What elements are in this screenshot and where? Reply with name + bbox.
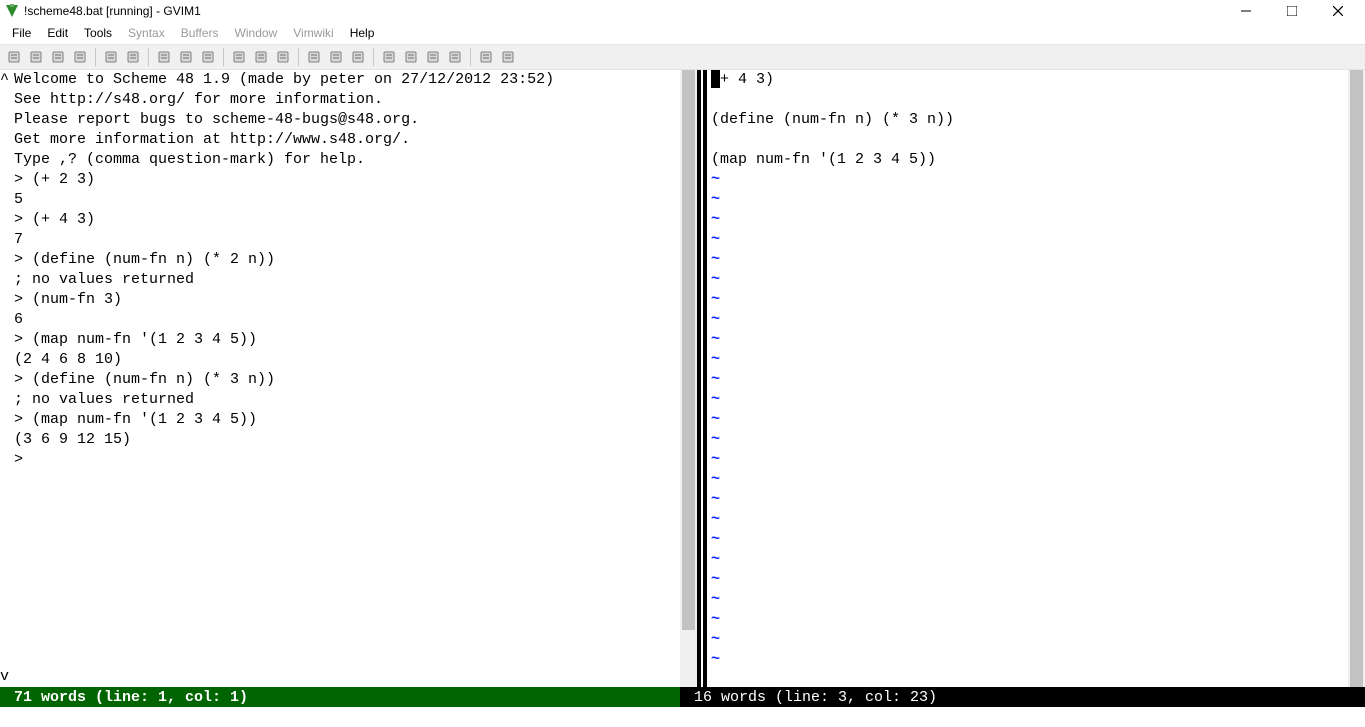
editor-container: ^ v Welcome to Scheme 48 1.9 (made by pe… bbox=[0, 70, 1365, 687]
menu-help[interactable]: Help bbox=[342, 24, 383, 42]
toolbar-separator bbox=[95, 48, 96, 66]
empty-line-tildes: ~ ~ ~ ~ ~ ~ ~ ~ ~ ~ ~ ~ ~ ~ ~ ~ ~ ~ ~ ~ … bbox=[711, 171, 720, 668]
window-controls bbox=[1223, 0, 1361, 22]
vertical-split[interactable] bbox=[697, 70, 707, 687]
toolbar-separator bbox=[148, 48, 149, 66]
fold-marker-top: ^ bbox=[0, 70, 12, 90]
left-scrollbar[interactable] bbox=[680, 70, 697, 687]
copy-icon[interactable] bbox=[176, 47, 196, 67]
command-line[interactable] bbox=[0, 707, 1365, 727]
menu-edit[interactable]: Edit bbox=[39, 24, 76, 42]
right-scrollbar[interactable] bbox=[1348, 70, 1365, 687]
right-statusline: 16 words (line: 3, col: 23) bbox=[690, 687, 1365, 707]
right-scrollbar-thumb[interactable] bbox=[1350, 70, 1363, 687]
toolbar-separator bbox=[298, 48, 299, 66]
find-next-icon[interactable] bbox=[251, 47, 271, 67]
print-icon[interactable] bbox=[70, 47, 90, 67]
menu-syntax[interactable]: Syntax bbox=[120, 24, 173, 42]
shell-icon[interactable] bbox=[401, 47, 421, 67]
gvim-app-icon bbox=[4, 3, 20, 19]
menu-window[interactable]: Window bbox=[227, 24, 286, 42]
right-buffer-content[interactable]: + 4 3) (define (num-fn n) (* 3 n)) (map … bbox=[707, 70, 1348, 687]
cursor bbox=[711, 70, 720, 88]
toolbar-separator bbox=[470, 48, 471, 66]
run-script-icon[interactable] bbox=[348, 47, 368, 67]
redo-icon[interactable] bbox=[123, 47, 143, 67]
menu-tools[interactable]: Tools bbox=[76, 24, 120, 42]
editor-area: ^ v Welcome to Scheme 48 1.9 (made by pe… bbox=[0, 70, 1365, 687]
tags-jump-icon[interactable] bbox=[445, 47, 465, 67]
fold-column: ^ v bbox=[0, 70, 12, 687]
left-pane[interactable]: ^ v Welcome to Scheme 48 1.9 (made by pe… bbox=[0, 70, 680, 687]
right-pane[interactable]: + 4 3) (define (num-fn n) (* 3 n)) (map … bbox=[707, 70, 1348, 687]
right-status-text: 16 words (line: 3, col: 23) bbox=[694, 689, 937, 706]
status-gap bbox=[680, 687, 690, 707]
find-prev-icon[interactable] bbox=[273, 47, 293, 67]
tags-build-icon[interactable] bbox=[423, 47, 443, 67]
menu-vimwiki[interactable]: Vimwiki bbox=[285, 24, 341, 42]
menu-buffers[interactable]: Buffers bbox=[173, 24, 227, 42]
fold-marker-bottom: v bbox=[0, 667, 9, 687]
window-title: !scheme48.bat [running] - GVIM1 bbox=[24, 4, 1223, 18]
left-terminal-content[interactable]: Welcome to Scheme 48 1.9 (made by peter … bbox=[0, 70, 680, 687]
file-open-icon[interactable] bbox=[4, 47, 24, 67]
save-icon[interactable] bbox=[26, 47, 46, 67]
toolbar-separator bbox=[373, 48, 374, 66]
help-icon[interactable] bbox=[476, 47, 496, 67]
save-all-icon[interactable] bbox=[48, 47, 68, 67]
titlebar: !scheme48.bat [running] - GVIM1 bbox=[0, 0, 1365, 22]
minimize-button[interactable] bbox=[1223, 0, 1269, 22]
save-session-icon[interactable] bbox=[326, 47, 346, 67]
find-help-icon[interactable] bbox=[498, 47, 518, 67]
left-status-text: 71 words (line: 1, col: 1) bbox=[14, 689, 248, 706]
left-statusline: 71 words (line: 1, col: 1) bbox=[0, 687, 680, 707]
undo-icon[interactable] bbox=[101, 47, 121, 67]
find-replace-icon[interactable] bbox=[229, 47, 249, 67]
cut-icon[interactable] bbox=[154, 47, 174, 67]
menu-file[interactable]: File bbox=[4, 24, 39, 42]
load-session-icon[interactable] bbox=[304, 47, 324, 67]
statusbar-row: 71 words (line: 1, col: 1) 16 words (lin… bbox=[0, 687, 1365, 707]
menubar: FileEditToolsSyntaxBuffersWindowVimwikiH… bbox=[0, 22, 1365, 44]
maximize-button[interactable] bbox=[1269, 0, 1315, 22]
left-scrollbar-thumb[interactable] bbox=[682, 70, 695, 630]
make-icon[interactable] bbox=[379, 47, 399, 67]
paste-icon[interactable] bbox=[198, 47, 218, 67]
toolbar-separator bbox=[223, 48, 224, 66]
close-button[interactable] bbox=[1315, 0, 1361, 22]
toolbar bbox=[0, 44, 1365, 70]
